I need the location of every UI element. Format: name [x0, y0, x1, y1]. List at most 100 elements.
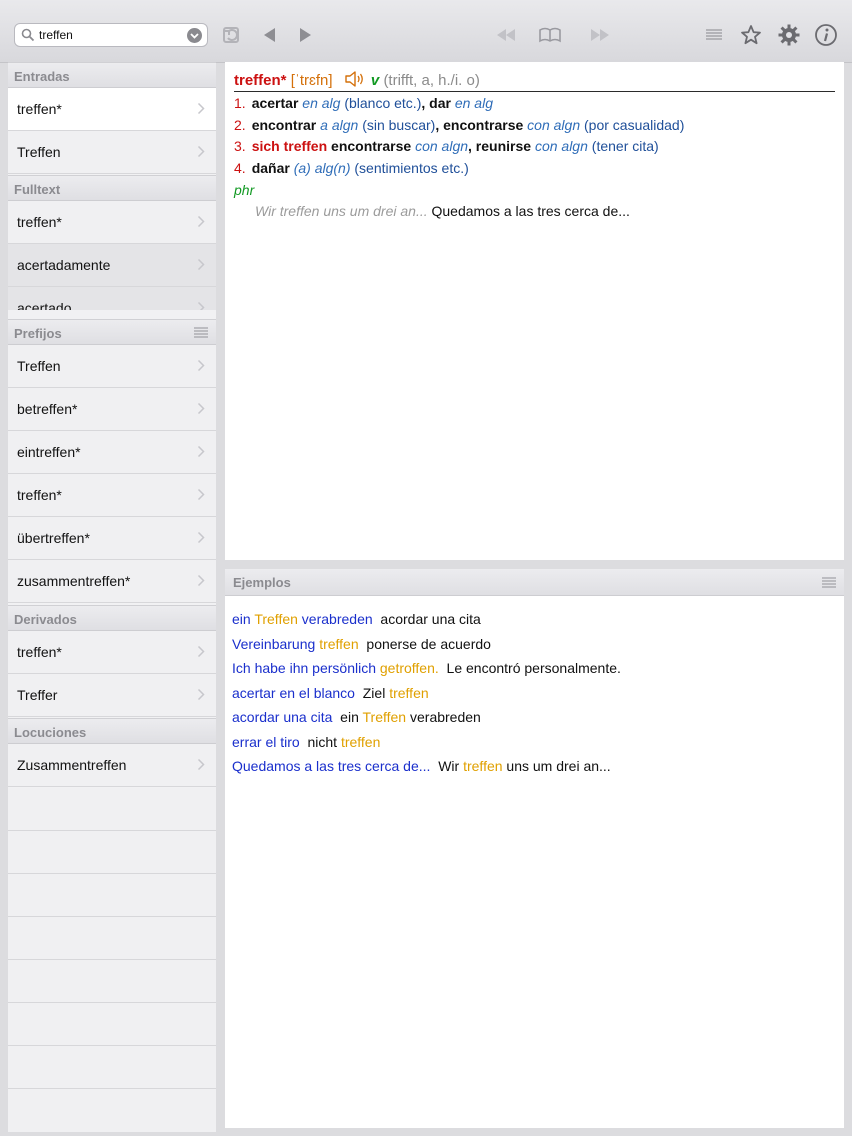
example-line[interactable]: Ich habe ihn persönlich getroffen. Le en…	[232, 660, 621, 676]
example-segment: acordar una cita	[372, 611, 481, 627]
list-item[interactable]: acertado	[8, 287, 216, 310]
chevron-right-icon	[197, 102, 205, 115]
sense-text: en alg	[302, 95, 341, 111]
forward-icon[interactable]	[293, 23, 317, 47]
list-item[interactable]: Treffen	[8, 131, 216, 174]
list-item[interactable]: übertreffen*	[8, 517, 216, 560]
chevron-right-icon	[197, 301, 205, 310]
search-value: treffen	[39, 28, 73, 42]
sense-text: sich treffen	[251, 138, 328, 154]
example-line[interactable]: errar el tiro nicht treffen	[232, 734, 380, 750]
clear-icon[interactable]	[187, 28, 202, 43]
list-item[interactable]: Treffer	[8, 674, 216, 717]
list-item[interactable]: acertadamente	[8, 244, 216, 287]
info-icon[interactable]	[814, 23, 838, 47]
example-segment: treffen	[389, 685, 429, 701]
gear-icon[interactable]	[777, 23, 801, 47]
sense-text: con algn	[415, 138, 469, 154]
example-line[interactable]: acordar una cita ein Treffen verabreden	[232, 709, 481, 725]
sense[interactable]: 4. dañar (a) alg(n) (sentimientos etc.)	[234, 160, 469, 176]
list-item[interactable]: betreffen*	[8, 388, 216, 431]
example-segment: Treffen	[362, 709, 407, 725]
list-item[interactable]: treffen*	[8, 474, 216, 517]
chevron-right-icon	[197, 215, 205, 228]
empty-row	[8, 960, 216, 1003]
menu-icon[interactable]	[194, 327, 208, 338]
sense[interactable]: 2. encontrar a algn (sin buscar), encontr…	[234, 117, 684, 133]
example-segment: Wir	[430, 758, 464, 774]
list-item[interactable]: treffen*	[8, 88, 216, 131]
chevron-right-icon	[197, 645, 205, 658]
star-icon[interactable]	[739, 23, 763, 47]
list-item-label: acertado	[17, 300, 72, 310]
example-segment: Ich habe ihn persönlich	[232, 660, 380, 676]
list-item[interactable]: Treffen	[8, 345, 216, 388]
list-item-label: treffen*	[17, 214, 62, 230]
example-segment: verabreden	[297, 611, 373, 627]
example-line[interactable]: acertar en el blanco Ziel treffen	[232, 685, 429, 701]
last-icon[interactable]	[588, 23, 612, 47]
sense-text: , encontrarse	[435, 117, 524, 133]
example-line[interactable]: Quedamos a las tres cerca de... Wir tref…	[232, 758, 611, 774]
examples-header: Ejemplos	[225, 569, 844, 596]
phrase-label: phr	[234, 182, 255, 198]
sense[interactable]: 1. acertar en alg (blanco etc.), dar en a…	[234, 95, 493, 111]
list-item-label: Zusammentreffen	[17, 757, 127, 773]
sense-text: encontrar	[251, 117, 317, 133]
section-header-fulltext: Fulltext	[8, 175, 216, 201]
phrase-example[interactable]: Wir treffen uns um drei an... Quedamos a…	[255, 203, 630, 219]
list-item-label: treffen*	[17, 487, 62, 503]
section-title: Prefijos	[14, 326, 62, 341]
example-line[interactable]: Vereinbarung treffen ponerse de acuerdo	[232, 636, 491, 652]
definition-panel: treffen* [ˈtrɛfn] v (trifft, a, h./i. o)…	[225, 62, 844, 560]
example-segment: ein	[332, 709, 363, 725]
search-icon	[21, 28, 35, 42]
list-item-label: betreffen*	[17, 401, 78, 417]
list-item-label: treffen*	[17, 101, 62, 117]
grammar-info: (trifft, a, h./i. o)	[383, 72, 480, 89]
chevron-right-icon	[197, 402, 205, 415]
sense-text: , reunirse	[468, 138, 532, 154]
example-segment: Le encontró personalmente.	[438, 660, 621, 676]
book-icon[interactable]	[538, 23, 562, 47]
sense-text: dañar	[251, 160, 290, 176]
list-item-label: Treffen	[17, 144, 61, 160]
menu-icon[interactable]	[822, 577, 836, 588]
part-of-speech: v	[370, 72, 380, 89]
back-icon[interactable]	[258, 23, 282, 47]
example-line[interactable]: ein Treffen verabreden acordar una cita	[232, 611, 481, 627]
list-icon[interactable]	[702, 23, 726, 47]
list-item[interactable]: zusammentreffen*	[8, 560, 216, 603]
sense[interactable]: 3. sich treffen encontrarse con algn, reu…	[234, 138, 659, 154]
list-item[interactable]: eintreffen*	[8, 431, 216, 474]
example-segment: acordar una cita	[232, 709, 333, 725]
first-icon[interactable]	[494, 23, 518, 47]
section-title: Locuciones	[14, 725, 87, 740]
fulltext-list: treffen* acertadamente acertado	[8, 201, 216, 310]
chevron-right-icon	[197, 445, 205, 458]
list-item-label: Treffer	[17, 687, 58, 703]
entry-headline: treffen* [ˈtrɛfn] v (trifft, a, h./i. o)	[234, 71, 835, 92]
example-segment: treffen	[463, 758, 503, 774]
list-item-label: treffen*	[17, 644, 62, 660]
sense-text: en alg	[454, 95, 493, 111]
example-segment: treffen	[340, 734, 381, 750]
list-item[interactable]: treffen*	[8, 201, 216, 244]
speaker-icon[interactable]	[345, 71, 365, 87]
list-item[interactable]: treffen*	[8, 631, 216, 674]
section-title: Fulltext	[14, 182, 61, 197]
sense-text: (sin buscar)	[358, 117, 436, 133]
sense-text: , dar	[421, 95, 451, 111]
sense-text: (blanco etc.)	[340, 95, 422, 111]
sync-icon[interactable]	[220, 23, 244, 47]
example-segment: verabreden	[406, 709, 481, 725]
example-segment: treffen	[319, 636, 359, 652]
sense-number: 4.	[234, 160, 246, 176]
headword: treffen*	[234, 72, 287, 89]
list-item[interactable]: Zusammentreffen	[8, 744, 216, 787]
empty-row	[8, 788, 216, 831]
sense-number: 3.	[234, 138, 246, 154]
chevron-right-icon	[197, 258, 205, 271]
search-input[interactable]: treffen	[14, 23, 208, 47]
phrase-label-row: phr	[234, 182, 254, 198]
